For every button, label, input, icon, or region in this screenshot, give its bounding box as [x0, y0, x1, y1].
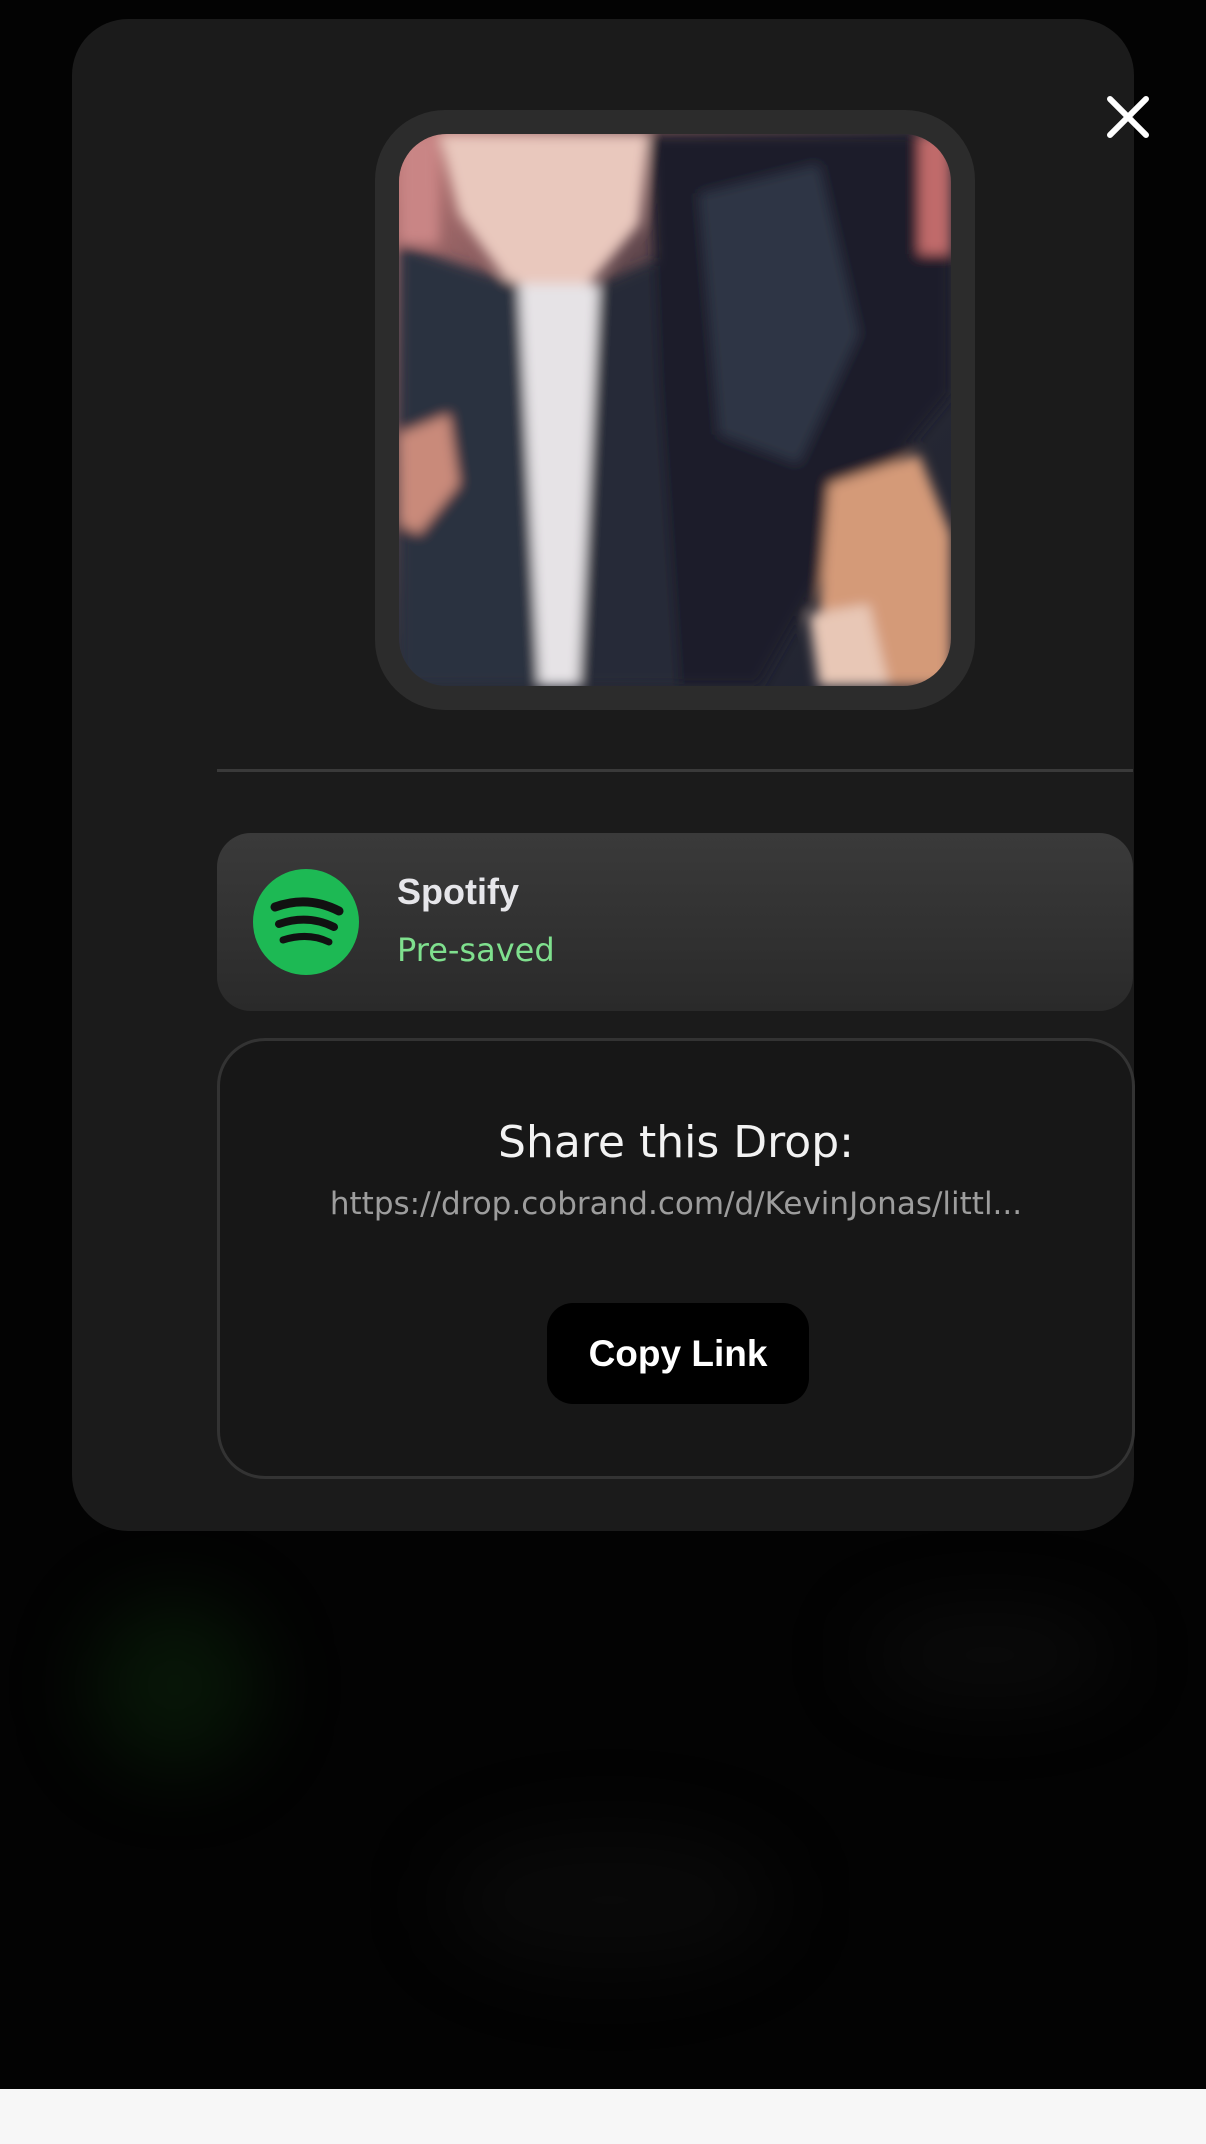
share-card: Share this Drop: https://drop.cobrand.co… — [217, 1038, 1135, 1479]
divider — [217, 769, 1133, 772]
share-url[interactable]: https://drop.cobrand.com/d/KevinJonas/li… — [280, 1186, 1072, 1222]
background-glow-gray — [860, 1610, 1120, 1700]
album-cover-frame — [375, 110, 975, 710]
spotify-service-card[interactable]: Spotify Pre-saved — [217, 833, 1133, 1011]
album-cover-image — [399, 134, 951, 686]
service-name: Spotify — [397, 871, 519, 912]
close-button[interactable] — [1102, 91, 1154, 143]
bottom-bar — [0, 2089, 1206, 2144]
background-glow-green — [90, 1600, 260, 1770]
spotify-logo-icon — [253, 869, 359, 975]
share-title: Share this Drop: — [498, 1117, 854, 1168]
background-glow-gray — [440, 1830, 780, 1970]
service-status: Pre-saved — [397, 931, 555, 969]
screen: Spotify Pre-saved Share this Drop: https… — [0, 0, 1206, 2144]
close-icon — [1107, 96, 1149, 138]
share-modal: Spotify Pre-saved Share this Drop: https… — [72, 19, 1149, 1531]
copy-link-button[interactable]: Copy Link — [547, 1303, 809, 1404]
